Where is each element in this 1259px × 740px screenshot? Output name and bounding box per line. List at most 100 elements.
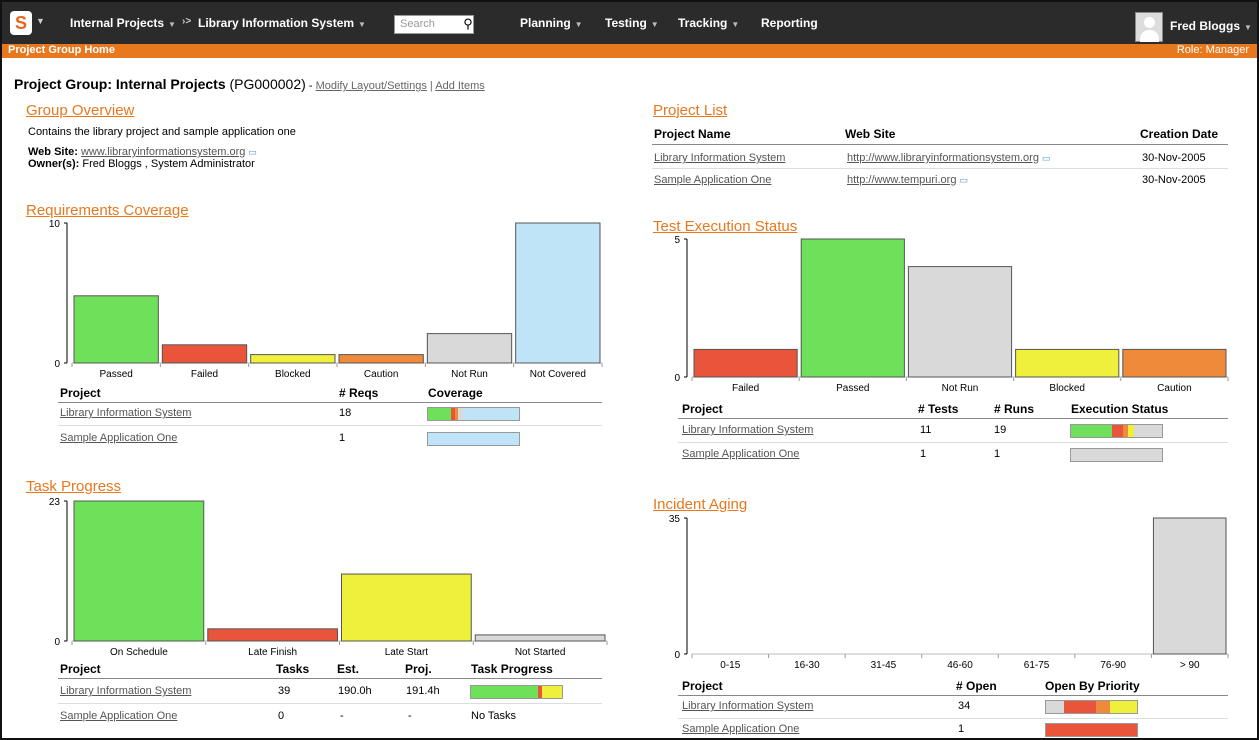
col-creation-date: Creation Date <box>1140 127 1219 141</box>
title-name: Internal Projects <box>115 76 226 92</box>
x-tick-label: Not Run <box>942 383 979 394</box>
req-count: 1 <box>339 432 346 444</box>
user-avatar-icon[interactable] <box>1135 12 1163 42</box>
breadcrumb-arrow-icon: ›> <box>182 16 192 27</box>
open-by-priority-bar[interactable] <box>1045 700 1138 714</box>
user-menu[interactable]: Fred Bloggs ▼ <box>1170 19 1252 33</box>
x-tick-label: Passed <box>836 383 869 394</box>
bar[interactable] <box>73 295 159 364</box>
y-tick-label: 23 <box>49 497 61 508</box>
task-project-link[interactable]: Sample Application One <box>60 710 177 722</box>
bar[interactable] <box>341 573 472 642</box>
bar[interactable] <box>693 348 798 378</box>
nav-tracking[interactable]: Tracking ▼ <box>678 16 739 30</box>
y-tick-label: 5 <box>674 235 680 246</box>
task-project-link[interactable]: Library Information System <box>60 685 191 697</box>
test-project-link[interactable]: Library Information System <box>682 424 813 436</box>
coverage-bar[interactable] <box>427 432 520 446</box>
open-count: 1 <box>958 723 965 735</box>
status-segment <box>1096 701 1110 713</box>
project-site-link[interactable]: http://www.libraryinformationsystem.org <box>847 152 1039 164</box>
col-project: Project <box>60 386 101 400</box>
bar[interactable] <box>907 266 1013 378</box>
row-divider <box>58 703 602 704</box>
test-count: 1 <box>920 448 927 460</box>
test-project-link[interactable]: Sample Application One <box>682 448 799 460</box>
bar-chart-req: 10 0 Passed Failed Blocked Caution Not Run Not … <box>49 219 603 380</box>
bar[interactable] <box>1122 348 1227 378</box>
project-name-link[interactable]: Sample Application One <box>654 174 771 186</box>
bar[interactable] <box>207 628 338 642</box>
x-tick-label: Late Finish <box>248 647 297 658</box>
nav-testing[interactable]: Testing ▼ <box>605 16 659 30</box>
x-tick-label: 0-15 <box>720 660 740 671</box>
website-link[interactable]: www.libraryinformationsystem.org <box>81 146 245 158</box>
x-tick-label: 31-45 <box>871 660 897 671</box>
project-site: http://www.libraryinformationsystem.org ▭ <box>847 152 1050 164</box>
modify-layout-link[interactable]: Modify Layout/Settings <box>316 80 427 92</box>
open-by-priority-bar[interactable] <box>1045 723 1138 737</box>
x-tick-label: Not Run <box>451 369 488 380</box>
x-tick-label: Late Start <box>385 647 429 658</box>
bar[interactable] <box>515 222 601 364</box>
req-count: 18 <box>339 407 352 419</box>
project-list-heading[interactable]: Project List <box>653 102 727 119</box>
status-segment <box>541 686 562 698</box>
coverage-bar[interactable] <box>427 407 520 421</box>
group-description: Contains the library project and sample … <box>28 126 296 138</box>
incident-project-link[interactable]: Library Information System <box>682 700 813 712</box>
app-frame: S ▼ Internal Projects ▼ ›> Library Inform… <box>0 0 1259 740</box>
chevron-down-icon[interactable]: ▼ <box>36 16 45 26</box>
bar[interactable] <box>250 354 336 364</box>
external-link-icon[interactable]: ▭ <box>1042 153 1051 163</box>
project-menu[interactable]: Library Information System ▼ <box>198 16 366 30</box>
search-icon[interactable]: ⚲ <box>460 15 476 34</box>
bar[interactable] <box>1152 517 1227 655</box>
bar[interactable] <box>800 238 905 378</box>
task-count: 39 <box>278 685 291 697</box>
col-tests: # Tests <box>918 402 959 416</box>
no-tasks-label: No Tasks <box>471 710 517 722</box>
project-group-home-link[interactable]: Project Group Home <box>8 44 115 56</box>
add-items-link[interactable]: Add Items <box>435 80 485 92</box>
y-tick-label: 0 <box>54 637 60 648</box>
open-count: 34 <box>958 700 971 712</box>
app-logo-icon[interactable]: S <box>10 11 32 35</box>
task-est: - <box>340 710 344 722</box>
title-code: (PG000002) <box>229 76 306 92</box>
external-link-icon[interactable]: ▭ <box>248 147 257 157</box>
project-site-link[interactable]: http://www.tempuri.org <box>847 174 956 186</box>
execution-status-bar[interactable] <box>1070 448 1163 462</box>
status-segment <box>1046 701 1065 713</box>
chevron-down-icon: ▼ <box>731 20 740 29</box>
project-name-link[interactable]: Library Information System <box>654 152 785 164</box>
task-progress-bar[interactable] <box>470 685 563 699</box>
execution-status-bar[interactable] <box>1070 424 1163 438</box>
x-tick-label: 16-30 <box>794 660 820 671</box>
group-overview-heading[interactable]: Group Overview <box>26 102 134 119</box>
bar[interactable] <box>474 634 606 642</box>
nav-planning[interactable]: Planning ▼ <box>520 16 583 30</box>
req-project-link[interactable]: Sample Application One <box>60 432 177 444</box>
x-tick-label: Failed <box>732 383 759 394</box>
chevron-down-icon: ▼ <box>168 20 176 29</box>
project-group-menu[interactable]: Internal Projects ▼ <box>70 16 176 30</box>
col-project: Project <box>682 679 723 693</box>
status-segment <box>1071 449 1162 461</box>
title-separator: - <box>305 80 316 92</box>
y-tick-label: 0 <box>674 650 680 661</box>
req-project-link[interactable]: Library Information System <box>60 407 191 419</box>
bar[interactable] <box>1015 348 1120 378</box>
nav-reporting[interactable]: Reporting <box>761 16 818 30</box>
incident-project-link[interactable]: Sample Application One <box>682 723 799 735</box>
bar[interactable] <box>73 500 205 642</box>
x-tick-label: On Schedule <box>110 647 168 658</box>
external-link-icon[interactable]: ▭ <box>959 175 968 185</box>
bar[interactable] <box>161 344 248 364</box>
chevron-down-icon: ▼ <box>574 20 583 29</box>
col-open-by-priority: Open By Priority <box>1045 679 1140 693</box>
status-segment <box>463 408 519 420</box>
bar[interactable] <box>426 333 513 364</box>
bar[interactable] <box>338 354 424 364</box>
col-tasks: Tasks <box>276 662 310 676</box>
